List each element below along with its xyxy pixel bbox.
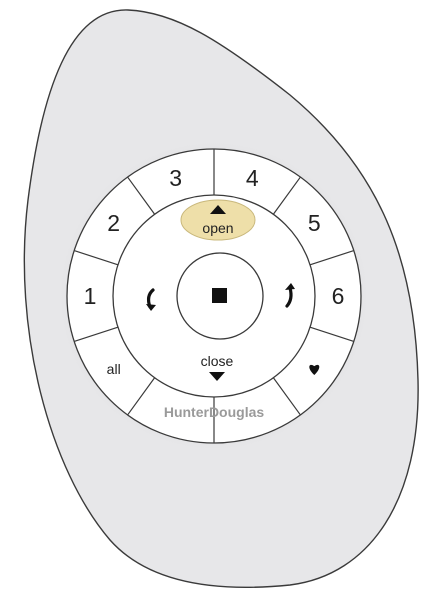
brand-logo-text: HunterDouglas [164, 404, 265, 420]
stop-square-icon [212, 288, 227, 303]
group-button-label: 6 [332, 283, 345, 309]
close-label: close [201, 353, 234, 369]
group-button-label: 2 [107, 210, 120, 236]
group-button-label: 3 [169, 165, 182, 191]
group-button-label: 5 [308, 210, 321, 236]
open-button[interactable]: open [180, 199, 256, 241]
group-button-label: 4 [246, 165, 259, 191]
group-button-label: 1 [84, 283, 97, 309]
group-button-label: all [107, 361, 121, 377]
open-label: open [202, 220, 233, 236]
stop-button[interactable] [176, 252, 264, 340]
remote-control: 3 4 5 6 all 1 2 open close HunterDouglas [23, 9, 419, 589]
